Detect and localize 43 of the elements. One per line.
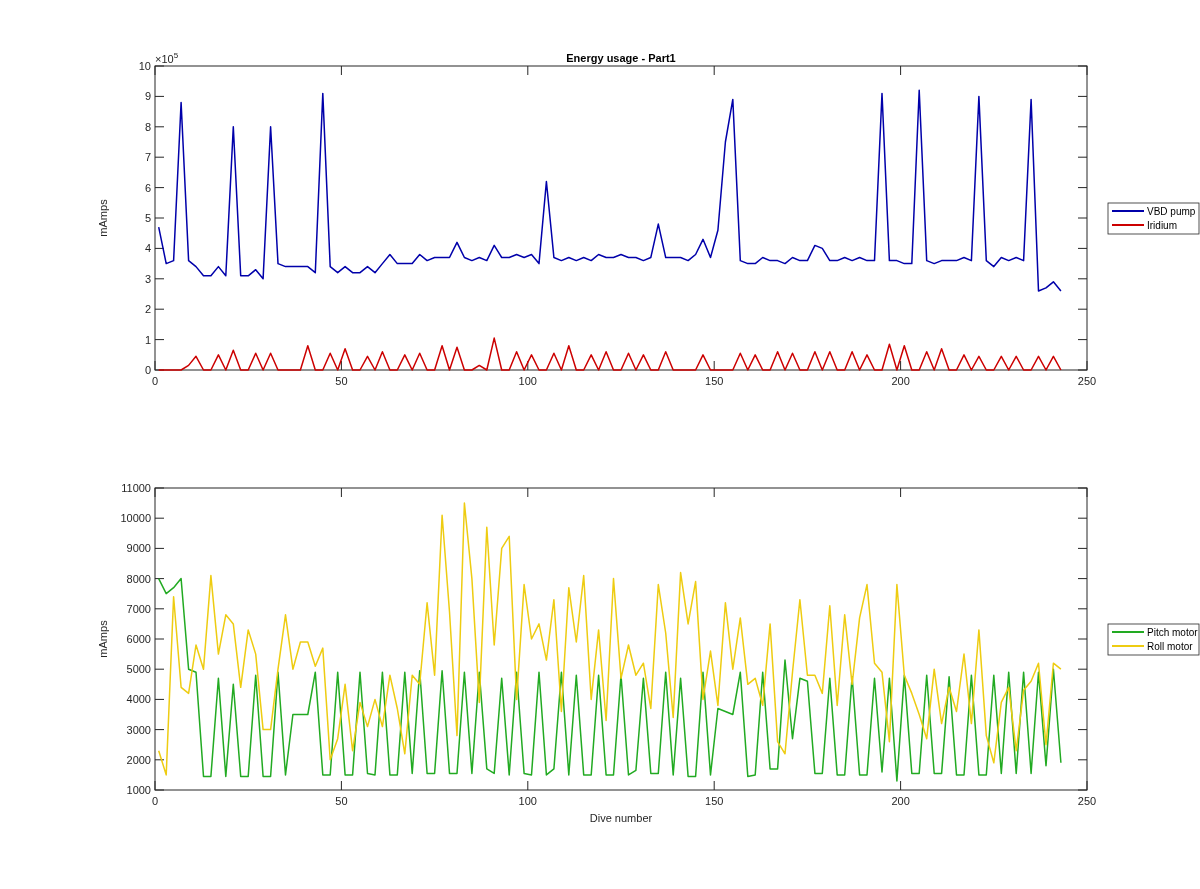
y-tick-label: 10: [138, 60, 151, 72]
y-tick-label: 6: [144, 181, 151, 194]
y-tick-label: 1: [144, 333, 151, 346]
x-tick-label: 250: [1077, 795, 1097, 807]
x-axis-title: Dive number: [589, 812, 653, 824]
y-tick-label: 3000: [126, 723, 151, 736]
y-tick-label: 4000: [126, 693, 151, 706]
y-tick-label: 7: [144, 151, 151, 164]
y-tick-label: 11000: [121, 482, 151, 494]
x-tick-label: 250: [1077, 375, 1097, 387]
y-tick-label: 7000: [126, 602, 151, 615]
y-tick-label: 0: [144, 364, 151, 376]
y-tick-label: 5000: [126, 663, 151, 676]
x-tick-label: 50: [335, 795, 348, 807]
y-axis-title: mAmps: [97, 199, 109, 237]
y-tick-label: 5: [144, 212, 151, 224]
x-tick-label: 150: [705, 375, 724, 387]
y-tick-label: 4: [144, 242, 151, 255]
legend-label: Iridium: [1147, 219, 1177, 231]
y-tick-label: 3: [144, 272, 151, 285]
y-tick-label: 10000: [120, 512, 151, 525]
x-tick-label: 50: [335, 375, 348, 387]
y-tick-label: 2000: [126, 753, 151, 766]
y-tick-label: 6000: [126, 633, 151, 645]
legend-label: Roll motor: [1147, 640, 1193, 652]
x-tick-label: 0: [151, 795, 159, 807]
y-tick-label: 1000: [126, 784, 151, 796]
y-tick-label: 9: [144, 90, 151, 103]
legend-label: Pitch motor: [1147, 626, 1198, 638]
x-tick-label: 100: [518, 375, 537, 387]
chart-title: Energy usage - Part1: [566, 52, 676, 64]
x-tick-label: 200: [891, 375, 910, 387]
y-tick-label: 8: [144, 120, 151, 133]
y-tick-label: 2: [144, 303, 151, 316]
x-tick-label: 150: [705, 795, 724, 807]
y-axis-title: mAmps: [97, 620, 109, 658]
x-tick-label: 100: [518, 795, 537, 807]
y-tick-label: 9000: [126, 542, 151, 555]
y-tick-label: 8000: [126, 572, 151, 585]
x-tick-label: 0: [151, 375, 159, 387]
legend-label: VBD pump: [1147, 205, 1196, 217]
axis-exponent-label: ×10$^{5}$: [155, 51, 179, 65]
x-tick-label: 200: [891, 795, 910, 807]
